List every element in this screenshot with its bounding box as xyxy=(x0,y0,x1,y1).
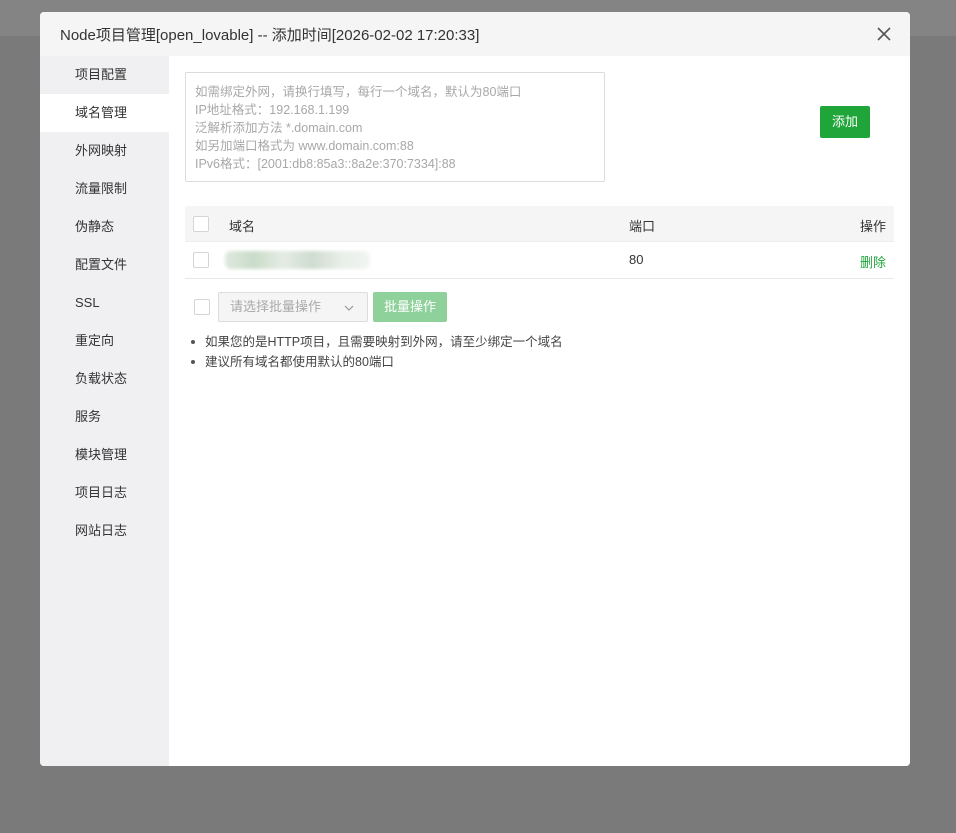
placeholder-line: IPv6格式：[2001:db8:85a3::8a2e:370:7334]:88 xyxy=(195,157,456,171)
sidebar-item-traffic-limit[interactable]: 流量限制 xyxy=(40,170,169,208)
placeholder-line: 泛解析添加方法 *.domain.com xyxy=(195,121,363,135)
close-icon xyxy=(877,27,891,41)
batch-operation-bar: 请选择批量操作 批量操作 xyxy=(185,292,885,322)
blurred-domain-name xyxy=(225,251,370,269)
placeholder-line: 如需绑定外网，请换行填写，每行一个域名，默认为80端口 xyxy=(195,85,522,99)
batch-operation-select[interactable]: 请选择批量操作 xyxy=(218,292,368,322)
header-op: 操作 xyxy=(859,219,886,234)
sidebar-item-external-mapping[interactable]: 外网映射 xyxy=(40,132,169,170)
batch-operation-button[interactable]: 批量操作 xyxy=(373,292,447,322)
sidebar-item-rewrite[interactable]: 伪静态 xyxy=(40,208,169,246)
row-port: 80 xyxy=(629,252,644,267)
modal-header: Node项目管理[open_lovable] -- 添加时间[2026-02-0… xyxy=(40,12,910,56)
sidebar-item-config-file[interactable]: 配置文件 xyxy=(40,246,169,284)
tip-item: 如果您的是HTTP项目，且需要映射到外网，请至少绑定一个域名 xyxy=(189,332,563,352)
sidebar-item-service[interactable]: 服务 xyxy=(40,398,169,436)
batch-checkbox[interactable] xyxy=(194,299,210,315)
sidebar-item-load-status[interactable]: 负载状态 xyxy=(40,360,169,398)
domain-table: 域名 端口 操作 80 删除 xyxy=(185,206,894,279)
sidebar: 项目配置 域名管理 外网映射 流量限制 伪静态 配置文件 SSL 重定向 负载状… xyxy=(40,56,169,766)
row-checkbox[interactable] xyxy=(193,252,209,268)
sidebar-item-domain-management[interactable]: 域名管理 xyxy=(40,94,169,132)
sidebar-item-project-config[interactable]: 项目配置 xyxy=(40,56,169,94)
sidebar-item-redirect[interactable]: 重定向 xyxy=(40,322,169,360)
placeholder-line: IP地址格式：192.168.1.199 xyxy=(195,103,350,117)
batch-select-placeholder: 请选择批量操作 xyxy=(230,299,322,314)
table-header: 域名 端口 操作 xyxy=(185,206,894,242)
tips-list: 如果您的是HTTP项目，且需要映射到外网，请至少绑定一个域名 建议所有域名都使用… xyxy=(189,332,563,372)
close-button[interactable] xyxy=(874,24,894,44)
placeholder-line: 如另加端口格式为 www.domain.com:88 xyxy=(195,139,414,153)
delete-link[interactable]: 删除 xyxy=(860,252,886,271)
tip-item: 建议所有域名都使用默认的80端口 xyxy=(189,352,563,372)
domain-input[interactable]: 如需绑定外网，请换行填写，每行一个域名，默认为80端口 IP地址格式：192.1… xyxy=(185,72,605,182)
sidebar-item-ssl[interactable]: SSL xyxy=(40,284,169,322)
modal-title: Node项目管理[open_lovable] -- 添加时间[2026-02-0… xyxy=(60,27,480,44)
main-content: 如需绑定外网，请换行填写，每行一个域名，默认为80端口 IP地址格式：192.1… xyxy=(169,56,910,766)
header-port: 端口 xyxy=(629,219,656,234)
header-domain: 域名 xyxy=(229,219,256,234)
sidebar-item-module-management[interactable]: 模块管理 xyxy=(40,436,169,474)
sidebar-item-site-log[interactable]: 网站日志 xyxy=(40,512,169,550)
sidebar-item-project-log[interactable]: 项目日志 xyxy=(40,474,169,512)
table-row: 80 删除 xyxy=(185,242,894,279)
project-modal: Node项目管理[open_lovable] -- 添加时间[2026-02-0… xyxy=(40,12,910,766)
select-all-checkbox[interactable] xyxy=(193,216,209,232)
add-domain-button[interactable]: 添加 xyxy=(820,106,870,138)
chevron-down-icon xyxy=(344,305,354,311)
